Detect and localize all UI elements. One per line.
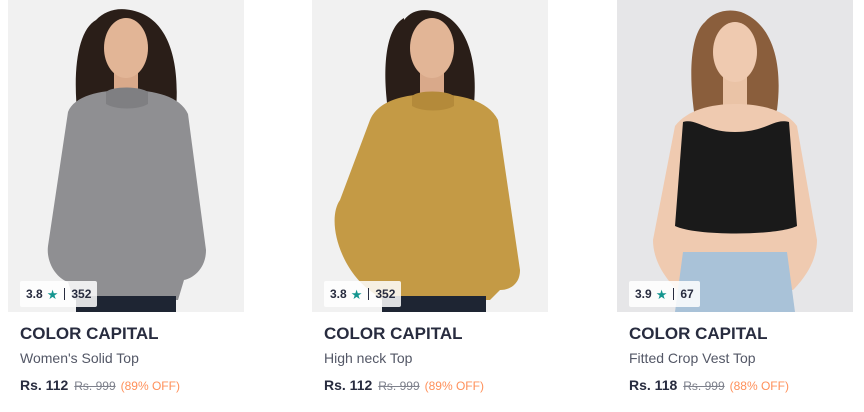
rating-value: 3.8 [26, 287, 43, 301]
product-image[interactable] [617, 0, 853, 312]
product-price: Rs. 112 Rs. 999 (89% OFF) [20, 377, 180, 393]
product-name[interactable]: Fitted Crop Vest Top [629, 350, 756, 366]
rating-divider [673, 288, 675, 300]
selling-price: Rs. 112 [20, 377, 69, 393]
rating-value: 3.9 [635, 287, 652, 301]
rating-divider [64, 288, 66, 300]
rating-badge: 3.8 ★ 352 [20, 281, 98, 307]
rating-badge: 3.9 ★ 67 [629, 281, 700, 307]
rating-count: 352 [375, 287, 396, 301]
star-icon: ★ [350, 286, 363, 302]
star-icon: ★ [46, 286, 59, 302]
star-icon: ★ [655, 286, 668, 302]
discount-label: (89% OFF) [120, 379, 180, 393]
selling-price: Rs. 112 [324, 377, 373, 393]
product-brand[interactable]: COLOR CAPITAL [324, 324, 463, 344]
rating-count: 352 [71, 287, 92, 301]
discount-label: (89% OFF) [424, 379, 484, 393]
product-image[interactable] [8, 0, 244, 312]
product-grid: 3.8 ★ 352 COLOR CAPITAL Women's Solid To… [0, 0, 864, 412]
product-name[interactable]: High neck Top [324, 350, 412, 366]
original-price: Rs. 999 [378, 379, 420, 393]
selling-price: Rs. 118 [629, 377, 678, 393]
rating-value: 3.8 [330, 287, 347, 301]
product-card[interactable]: 3.9 ★ 67 COLOR CAPITAL Fitted Crop Vest … [617, 0, 853, 412]
product-brand[interactable]: COLOR CAPITAL [629, 324, 768, 344]
rating-divider [368, 288, 370, 300]
product-price: Rs. 118 Rs. 999 (88% OFF) [629, 377, 789, 393]
discount-label: (88% OFF) [729, 379, 789, 393]
original-price: Rs. 999 [74, 379, 116, 393]
rating-badge: 3.8 ★ 352 [324, 281, 402, 307]
product-image[interactable] [312, 0, 548, 312]
product-price: Rs. 112 Rs. 999 (89% OFF) [324, 377, 484, 393]
product-card[interactable]: 3.8 ★ 352 COLOR CAPITAL High neck Top Rs… [312, 0, 548, 412]
rating-count: 67 [680, 287, 694, 301]
product-brand[interactable]: COLOR CAPITAL [20, 324, 159, 344]
product-name[interactable]: Women's Solid Top [20, 350, 139, 366]
original-price: Rs. 999 [683, 379, 725, 393]
product-card[interactable]: 3.8 ★ 352 COLOR CAPITAL Women's Solid To… [8, 0, 244, 412]
